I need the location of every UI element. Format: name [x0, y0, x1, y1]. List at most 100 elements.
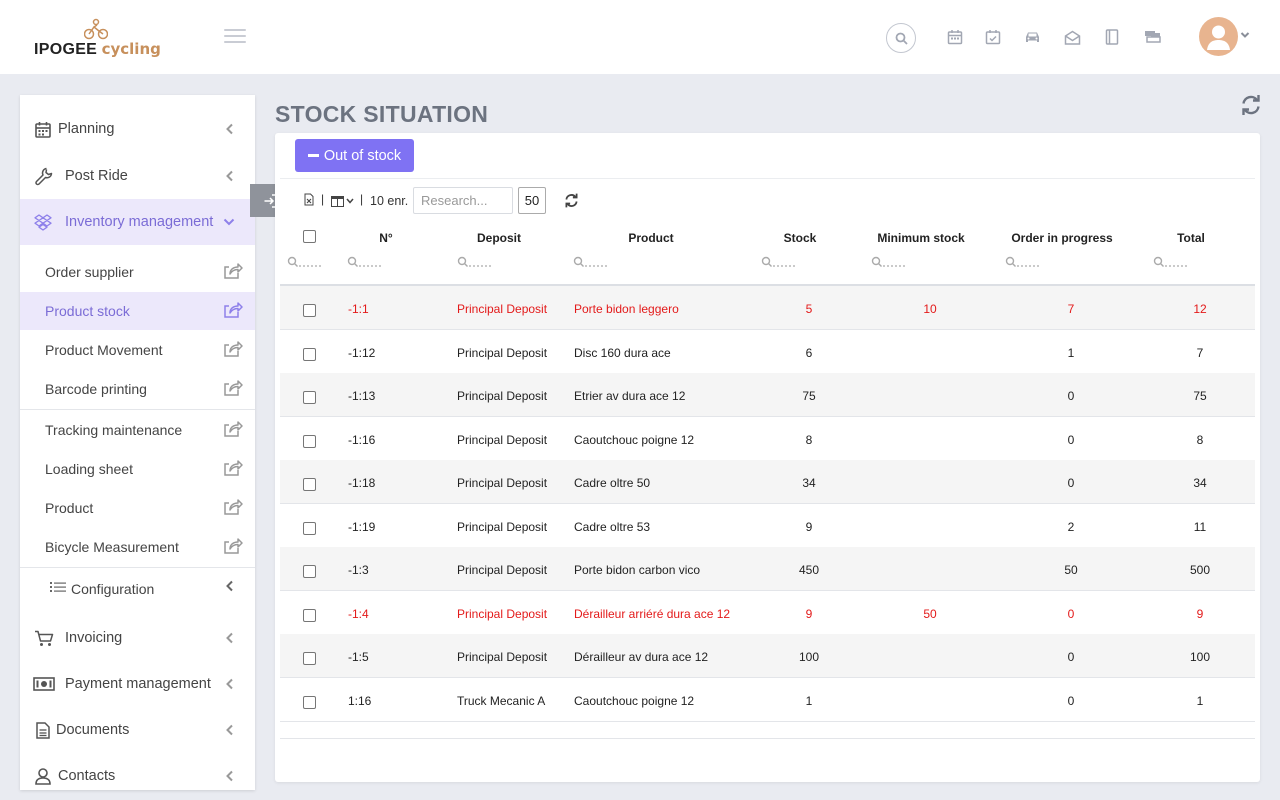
sidebar-item-inventory-management[interactable]: Inventory management: [20, 199, 255, 245]
column-filter-search-icon[interactable]: [761, 256, 797, 268]
row-checkbox[interactable]: [303, 304, 316, 317]
search-input[interactable]: Research...: [413, 187, 513, 214]
cell-order-in-progress: 0: [1067, 476, 1075, 490]
toolbar-divider: [280, 178, 1255, 179]
row-checkbox[interactable]: [303, 391, 316, 404]
refresh-icon[interactable]: [564, 193, 579, 208]
calendar-icon[interactable]: [946, 28, 964, 46]
row-checkbox[interactable]: [303, 478, 316, 491]
document-icon: [34, 721, 52, 739]
sidebar-subitem-bicycle-measurement[interactable]: Bicycle Measurement: [20, 528, 255, 566]
refresh-icon[interactable]: [1240, 94, 1262, 116]
table-row[interactable]: -1:5 Principal Deposit Dérailleur av dur…: [280, 634, 1255, 678]
sidebar-subitem-product-movement[interactable]: Product Movement: [20, 331, 255, 369]
sidebar-subitem-label: Barcode printing: [45, 381, 147, 397]
columns-toggle-button[interactable]: [331, 193, 354, 209]
sidebar-item-payment-management[interactable]: Payment management: [20, 661, 255, 707]
sidebar-subitem-product-stock[interactable]: Product stock: [20, 292, 255, 330]
list-icon: [50, 582, 66, 592]
row-checkbox[interactable]: [303, 609, 316, 622]
cell-stock: 1: [805, 694, 813, 708]
column-filter-search-icon[interactable]: [871, 256, 907, 268]
menu-toggle-icon[interactable]: [224, 29, 246, 45]
cell-deposit: Principal Deposit: [457, 433, 548, 447]
row-checkbox[interactable]: [303, 522, 316, 535]
table-row[interactable]: 1:16 Truck Mecanic A Caoutchouc poigne 1…: [280, 678, 1255, 722]
row-checkbox[interactable]: [303, 435, 316, 448]
share-icon: [224, 460, 243, 476]
column-filter-search-icon[interactable]: [457, 256, 493, 268]
chevron-left-icon: [226, 678, 233, 690]
sidebar-item-configuration[interactable]: Configuration: [20, 569, 255, 607]
row-checkbox[interactable]: [303, 348, 316, 361]
chevron-left-icon: [226, 580, 233, 592]
row-checkbox[interactable]: [303, 565, 316, 578]
table-row[interactable]: -1:16 Principal Deposit Caoutchouc poign…: [280, 417, 1255, 461]
sidebar-subitem-order-supplier[interactable]: Order supplier: [20, 253, 255, 291]
calendar-icon: [34, 120, 52, 138]
table-row[interactable]: -1:13 Principal Deposit Etrier av dura a…: [280, 373, 1255, 417]
column-filter-search-icon[interactable]: [287, 256, 323, 268]
column-filter-search-icon[interactable]: [573, 256, 609, 268]
column-header-total[interactable]: Total: [1177, 231, 1205, 245]
select-all-checkbox[interactable]: [303, 230, 316, 243]
sidebar-item-label: Invoicing: [65, 630, 123, 646]
search-button[interactable]: [886, 23, 916, 53]
sidebar-item-documents[interactable]: Documents: [20, 707, 255, 753]
truck-icon[interactable]: [1144, 28, 1162, 46]
row-checkbox[interactable]: [303, 652, 316, 665]
column-filter-search-icon[interactable]: [1005, 256, 1041, 268]
bicycle-logo-icon: [84, 18, 108, 40]
excel-export-icon[interactable]: [304, 193, 314, 206]
cell-stock: 9: [805, 520, 813, 534]
cell-deposit: Truck Mecanic A: [457, 694, 546, 708]
table-row[interactable]: -1:4 Principal Deposit Dérailleur arriér…: [280, 591, 1255, 635]
sidebar-subitem-loading-sheet[interactable]: Loading sheet: [20, 450, 255, 488]
table-row[interactable]: -1:1 Principal Deposit Porte bidon legge…: [280, 286, 1255, 330]
sidebar-subitem-label: Order supplier: [45, 264, 134, 280]
column-filter-search-icon[interactable]: [347, 256, 383, 268]
sidebar-subitem-label: Bicycle Measurement: [45, 539, 179, 555]
page-size-input[interactable]: 50: [518, 187, 546, 214]
chevron-down-icon[interactable]: [1240, 31, 1250, 39]
sidebar-subitem-label: Configuration: [71, 581, 155, 597]
envelope-open-icon[interactable]: [1063, 28, 1081, 46]
user-avatar[interactable]: [1199, 17, 1238, 56]
car-icon[interactable]: [1023, 28, 1041, 46]
cell-deposit: Principal Deposit: [457, 346, 548, 360]
cell-stock: 6: [805, 346, 813, 360]
sidebar-item-contacts[interactable]: Contacts: [20, 753, 255, 790]
out-of-stock-button[interactable]: Out of stock: [295, 139, 414, 172]
sidebar-subitem-barcode-printing[interactable]: Barcode printing: [20, 370, 255, 408]
table-row[interactable]: -1:18 Principal Deposit Cadre oltre 50 3…: [280, 460, 1255, 504]
column-header-minimum-stock[interactable]: Minimum stock: [877, 231, 964, 245]
column-header-deposit[interactable]: Deposit: [477, 231, 521, 245]
book-icon[interactable]: [1103, 28, 1121, 46]
app-logo[interactable]: IPOGEE cycling: [34, 18, 164, 62]
cell-stock: 34: [802, 476, 816, 490]
sidebar-subitem-tracking-maintenance[interactable]: Tracking maintenance: [20, 411, 255, 449]
cell-stock: 8: [805, 433, 813, 447]
column-filter-search-icon[interactable]: [1153, 256, 1189, 268]
sidebar-item-invoicing[interactable]: Invoicing: [20, 615, 255, 661]
row-checkbox[interactable]: [303, 696, 316, 709]
sidebar-item-planning[interactable]: Planning: [20, 106, 255, 152]
calendar-check-icon[interactable]: [984, 28, 1002, 46]
column-header-stock[interactable]: Stock: [784, 231, 817, 245]
sidebar-subitem-product[interactable]: Product: [20, 489, 255, 527]
sidebar-item-post-ride[interactable]: Post Ride: [20, 153, 255, 199]
cell-product: Dérailleur arriéré dura ace 12: [574, 607, 731, 621]
cell-n: -1:19: [348, 520, 376, 534]
table-row[interactable]: -1:12 Principal Deposit Disc 160 dura ac…: [280, 330, 1255, 374]
table-row[interactable]: -1:3 Principal Deposit Porte bidon carbo…: [280, 547, 1255, 591]
share-icon: [224, 341, 243, 357]
column-header-order-in-progress[interactable]: Order in progress: [1011, 231, 1112, 245]
column-header-n[interactable]: N°: [379, 231, 392, 245]
sidebar-item-label: Planning: [58, 121, 115, 137]
sidebar-divider: [20, 567, 255, 568]
cell-deposit: Principal Deposit: [457, 520, 548, 534]
column-header-product[interactable]: Product: [628, 231, 673, 245]
cell-order-in-progress: 0: [1067, 650, 1075, 664]
table-row[interactable]: -1:19 Principal Deposit Cadre oltre 53 9…: [280, 504, 1255, 548]
cell-order-in-progress: 0: [1067, 694, 1075, 708]
